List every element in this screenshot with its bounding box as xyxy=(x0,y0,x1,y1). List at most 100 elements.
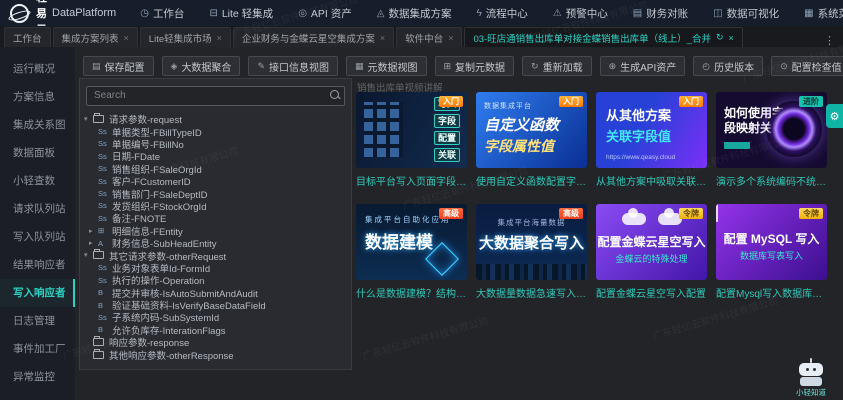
interface-info-view-button[interactable]: ✎接口信息视图 xyxy=(248,56,338,76)
sidebar-item-result-responder[interactable]: 结果响应者 xyxy=(0,251,75,279)
nav-label: Lite 轻集成 xyxy=(222,6,273,21)
tree-node[interactable]: B提交并审核-IsAutoSubmitAndAudit xyxy=(80,286,351,298)
tree-node[interactable]: Ss单据类型-FBillTypeID xyxy=(80,125,351,137)
mascot-label: 小轻知道 xyxy=(787,387,835,398)
tree-node[interactable]: B允许负库存-InterationFlags xyxy=(80,324,351,336)
settings-fab[interactable]: ⚙ xyxy=(826,104,843,128)
close-icon[interactable]: × xyxy=(380,33,385,43)
tab-label: 工作台 xyxy=(13,31,42,45)
tab-lite-market[interactable]: Lite轻集成市场× xyxy=(140,27,231,47)
close-icon[interactable]: × xyxy=(217,33,222,43)
tutorial-card-custom-function[interactable]: 数据集成平台 自定义函数 字段属性值 入门 使用自定义函数配置字段属性值... xyxy=(476,92,587,188)
nav-item-integration-solutions[interactable]: ◬数据集成方案 xyxy=(377,6,452,21)
sidebar-item-log-management[interactable]: 日志管理 xyxy=(0,307,75,335)
expand-arrow-icon[interactable]: ▾ xyxy=(84,115,93,123)
tab-workbench[interactable]: 工作台 xyxy=(4,27,51,47)
tree-node-other-response[interactable]: 其他响应参数-otherResponse xyxy=(80,348,351,360)
nav-item-finance-reconciliation[interactable]: ▤财务对账 xyxy=(633,6,688,21)
tree-node-request[interactable]: ▾请求参数-request xyxy=(80,113,351,125)
tree-node[interactable]: Ss单据编号-FBillNo xyxy=(80,138,351,150)
tutorial-card-kingdee-write[interactable]: 配置金蝶云星空写入 金蝶云的特殊处理 令牌 配置金蝶云星空写入配置 xyxy=(596,204,707,300)
tree-node[interactable]: B验证基础资料-IsVerifyBaseDataField xyxy=(80,299,351,311)
button-label: 大数据聚合 xyxy=(181,59,231,74)
tree-node[interactable]: Ss发货组织-FStockOrgId xyxy=(80,200,351,212)
plus-circle-icon: ⊕ xyxy=(609,61,617,72)
tree-node-response[interactable]: 响应参数-response xyxy=(80,336,351,348)
sidebar-item-run-overview[interactable]: 运行概况 xyxy=(0,55,75,83)
tree-node[interactable]: Ss执行的操作-Operation xyxy=(80,274,351,286)
tree-node-entity[interactable]: ▸⊞明细信息-FEntity xyxy=(80,225,351,237)
tutorial-card-link-fields[interactable]: 从其他方案 关联字段值 https://www.qeasy.cloud 入门 从… xyxy=(596,92,707,188)
button-label: 配置检查值 xyxy=(792,59,842,74)
search-input[interactable] xyxy=(86,86,345,106)
sidebar-item-solution-info[interactable]: 方案信息 xyxy=(0,83,75,111)
tutorial-card-mysql-write[interactable]: 配置 MySQL 写入 数据库写表写入 令牌 配置Mysql写入数据库配置 xyxy=(716,204,827,300)
level-badge: 入门 xyxy=(439,96,463,107)
tree-node[interactable]: Ss备注-FNOTE xyxy=(80,212,351,224)
nav-item-flow-center[interactable]: ϟ流程中心 xyxy=(476,6,527,21)
refresh-icon[interactable]: ↻ xyxy=(716,32,724,43)
sidebar-item-integration-graph[interactable]: 集成关系图 xyxy=(0,111,75,139)
tab-label: 集成方案列表 xyxy=(62,31,119,45)
expand-arrow-icon[interactable]: ▸ xyxy=(89,239,98,247)
tab-bar: 工作台 集成方案列表 × Lite轻集成市场× 企业财务与金蝶云星空集成方案× 软… xyxy=(0,26,843,47)
left-sidebar: 运行概况 方案信息 集成关系图 数据面板 小轻查数 请求队列站 写入队列站 结果… xyxy=(0,47,75,400)
sidebar-item-query-assistant[interactable]: 小轻查数 xyxy=(0,167,75,195)
button-label: 保存配置 xyxy=(105,59,145,74)
assistant-mascot[interactable]: 小轻知道 xyxy=(787,358,835,398)
close-icon[interactable]: × xyxy=(448,33,453,43)
tree-node[interactable]: Ss销售组织-FSaleOrgId xyxy=(80,163,351,175)
nav-item-alert-center[interactable]: ⚠预警中心 xyxy=(553,6,608,21)
tutorial-card-bigdata-write[interactable]: 集成平台海量数据 大数据聚合写入 高级 大数据量数据急速写入任务配置 xyxy=(476,204,587,300)
config-check-button[interactable]: ⊙配置检查值 xyxy=(771,56,843,76)
api-icon: ◎ xyxy=(298,8,307,19)
expand-arrow-icon[interactable]: ▸ xyxy=(89,227,98,235)
nav-item-data-visualization[interactable]: ◫数据可视化 xyxy=(713,6,779,21)
tree-node[interactable]: Ss子系统内码-SubSystemId xyxy=(80,311,351,323)
sidebar-item-exception-monitor[interactable]: 异常监控 xyxy=(0,363,75,391)
card-thumbnail: 配置金蝶云星空写入 金蝶云的特殊处理 令牌 xyxy=(596,204,707,280)
tab-sales-outstock-active[interactable]: 03-旺店通销售出库单对接金蝶销售出库单（线上）_合并↻× xyxy=(464,27,742,47)
tutorial-card-data-modeling[interactable]: 集成平台自助化应用 数据建模 高级 什么是数据建模？结构之上什... xyxy=(356,204,467,300)
close-icon[interactable]: × xyxy=(124,33,129,43)
tab-software-midplatform[interactable]: 软件中台× xyxy=(396,27,462,47)
generate-api-asset-button[interactable]: ⊕生成API资产 xyxy=(600,56,686,76)
tree-node[interactable]: Ss客户-FCustomerID xyxy=(80,175,351,187)
warning-icon: ⚠ xyxy=(553,8,562,19)
nav-item-lite-integration[interactable]: ⊟Lite 轻集成 xyxy=(209,6,273,21)
tutorial-card-mapping-relation[interactable]: 如何使用字 段映射关系 进阶 演示多个系统编码不统一的情... xyxy=(716,92,827,188)
tree-node-subhead[interactable]: ▸A财务信息-SubHeadEntity xyxy=(80,237,351,249)
art-text: 字段属性值 xyxy=(484,136,587,156)
parameter-tree: ▾请求参数-request Ss单据类型-FBillTypeID Ss单据编号-… xyxy=(80,111,351,361)
grid-icon: ▦ xyxy=(355,61,364,72)
art-text: 配置 xyxy=(434,131,460,145)
tab-overflow-menu-icon[interactable]: ⋮ xyxy=(816,34,843,47)
tutorial-card-field-mapping[interactable]: 写入 字段 配置 关联 入门 目标平台写入页面字段如何映... xyxy=(356,92,467,188)
bigdata-aggregate-button[interactable]: ◈大数据聚合 xyxy=(162,56,241,76)
sidebar-item-event-factory[interactable]: 事件加工厂 xyxy=(0,335,75,363)
search-icon[interactable] xyxy=(330,90,339,99)
nav-item-system-menu[interactable]: ▦系统菜单 xyxy=(804,6,843,21)
sidebar-item-write-queue[interactable]: 写入队列站 xyxy=(0,223,75,251)
metadata-view-button[interactable]: ▦元数据视图 xyxy=(346,56,427,76)
close-icon[interactable]: × xyxy=(729,33,734,43)
sidebar-item-write-responder[interactable]: 写入响应者 xyxy=(0,279,75,307)
expand-arrow-icon[interactable]: ▾ xyxy=(84,251,93,259)
save-config-button[interactable]: ▤保存配置 xyxy=(83,56,154,76)
grid-art xyxy=(364,102,403,157)
tree-node[interactable]: Ss业务对象表单Id-FormId xyxy=(80,262,351,274)
tree-node[interactable]: Ss销售部门-FSaleDeptID xyxy=(80,187,351,199)
tab-solution-list[interactable]: 集成方案列表 × xyxy=(53,27,138,47)
tree-node-other-request[interactable]: ▾其它请求参数-otherRequest xyxy=(80,249,351,261)
reload-button[interactable]: ↻重新加载 xyxy=(522,56,592,76)
tab-finance-kingdee-solution[interactable]: 企业财务与金蝶云星空集成方案× xyxy=(233,27,394,47)
nav-item-api-assets[interactable]: ◎API 资产 xyxy=(298,6,352,21)
sidebar-item-request-queue[interactable]: 请求队列站 xyxy=(0,195,75,223)
nav-item-workbench[interactable]: ◷工作台 xyxy=(140,6,184,21)
tree-node[interactable]: Ss日期-FDate xyxy=(80,150,351,162)
copy-metadata-button[interactable]: ⊞复制元数据 xyxy=(435,56,515,76)
history-version-button[interactable]: ◴历史版本 xyxy=(693,56,763,76)
nav-label: 系统菜单 xyxy=(818,6,843,21)
sidebar-item-data-panel[interactable]: 数据面板 xyxy=(0,139,75,167)
button-label: 生成API资产 xyxy=(620,59,676,74)
